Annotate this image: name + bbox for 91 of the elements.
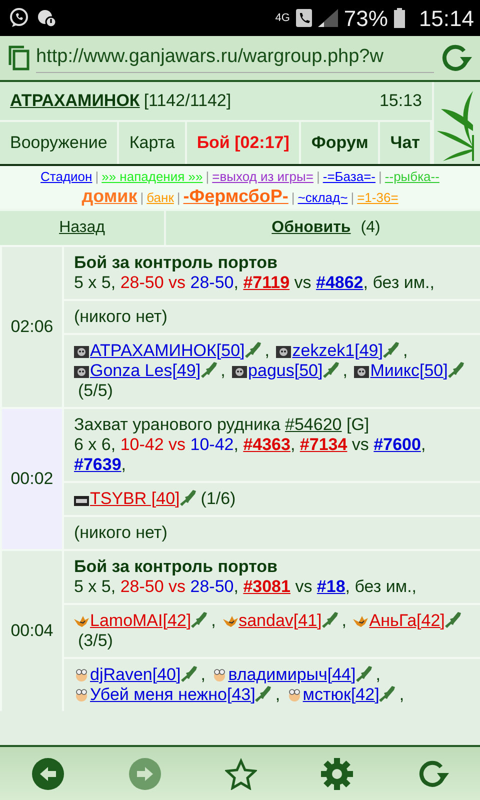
player-hp: [1142/1142] <box>144 90 232 112</box>
link-separator: | <box>350 190 354 206</box>
player-count: (1/6) <box>200 488 236 508</box>
chat-app-icon <box>8 7 30 29</box>
link-separator: | <box>206 169 210 184</box>
rifle-icon <box>444 612 461 628</box>
bookmark-star-icon[interactable] <box>224 758 257 790</box>
notification-icon <box>36 7 58 29</box>
link-separator: | <box>291 190 295 206</box>
quick-link[interactable]: -=База=- <box>322 169 376 184</box>
player-link[interactable]: TSYBR [40] <box>90 488 180 508</box>
quick-link[interactable]: =выход из игры= <box>212 169 314 184</box>
refresh-count: (4) <box>360 218 380 238</box>
rifle-icon <box>356 666 372 682</box>
battle-time: 02:06 <box>0 244 62 407</box>
player-link[interactable]: АТРАХАМИНОК[50] <box>90 340 245 360</box>
rifle-icon <box>180 490 196 506</box>
phone-icon <box>296 9 312 27</box>
battle-time: 00:04 <box>0 548 62 711</box>
player-link[interactable]: Миикс[50] <box>370 360 448 380</box>
clan-link[interactable]: #4363 <box>243 434 290 454</box>
clan-link[interactable]: #7600 <box>374 434 421 454</box>
link-separator: | <box>378 169 382 184</box>
link-separator: | <box>95 169 99 184</box>
rifle-icon <box>322 362 339 378</box>
player-count: (5/5) <box>78 380 113 400</box>
rifle-icon <box>244 342 261 358</box>
battery-level: 73% <box>344 4 388 32</box>
comma-separator: , <box>211 610 216 630</box>
network-type: 4G <box>275 12 290 24</box>
battle-title: Захват уранового рудника #54620 [G] <box>74 414 370 435</box>
player-link[interactable]: владимирыч[44] <box>228 664 356 684</box>
reload-button[interactable] <box>416 758 449 788</box>
player-link[interactable]: LamoMAI[42] <box>90 610 192 630</box>
battle-title: Бой за контроль портов <box>74 556 279 577</box>
team-line: 6 x 6, 10-42 vs 10-42, #4363, #7134 vs #7600, #7639, <box>74 434 427 475</box>
link-separator: | <box>176 190 180 206</box>
quick-link[interactable]: ~склад~ <box>298 190 348 206</box>
back-button[interactable] <box>31 756 66 790</box>
rifle-icon <box>180 666 197 682</box>
comma-separator: , <box>376 664 380 684</box>
player-link[interactable]: djRaven[40] <box>90 664 181 684</box>
link-separator: | <box>140 190 144 206</box>
clan-link[interactable]: #4862 <box>316 272 364 292</box>
back-link[interactable]: Назад <box>53 214 111 241</box>
player-link[interactable]: АТРАХАМИНОК <box>10 88 140 114</box>
comma-separator: , <box>342 610 346 630</box>
clan-link[interactable]: #7119 <box>243 272 290 292</box>
quick-link[interactable]: Стадион <box>40 169 92 184</box>
rifle-icon <box>382 342 399 358</box>
empty-side-text: (никого нет) <box>74 306 168 326</box>
player-link[interactable]: sandav[41] <box>238 610 322 630</box>
rifle-icon <box>448 362 464 378</box>
team-line: 5 x 5, 28-50 vs 28-50, #3081 vs #18, без им., <box>74 576 418 597</box>
clan-link[interactable]: #3081 <box>243 576 290 596</box>
player-link[interactable]: АньГа[42] <box>369 610 445 630</box>
battle-title: Бой за контроль портов <box>74 252 279 273</box>
player-link[interactable]: pagus[50] <box>248 360 323 380</box>
empty-side-text: (никого нет) <box>74 522 168 542</box>
battle-time: 00:02 <box>0 406 62 549</box>
team-line: 5 x 5, 28-50 vs 28-50, #7119 vs #4862, без им., <box>74 272 436 293</box>
rifle-icon <box>255 686 272 702</box>
comma-separator: , <box>220 360 226 380</box>
comma-separator: , <box>402 340 408 360</box>
clan-link[interactable]: #7134 <box>300 434 348 454</box>
signal-icon <box>318 9 338 27</box>
comma-separator: , <box>342 360 348 380</box>
link-separator: | <box>316 169 320 184</box>
refresh-link[interactable]: Обновить <box>266 214 357 241</box>
player-link[interactable]: мстюк[42] <box>302 684 380 704</box>
player-link[interactable]: Убей меня нежно[43] <box>90 684 256 704</box>
clan-link[interactable]: #7639 <box>74 454 122 474</box>
rifle-icon <box>191 612 208 628</box>
tabs-icon[interactable] <box>8 45 30 71</box>
player-link[interactable]: Gonza Les[49] <box>90 360 201 380</box>
settings-icon[interactable] <box>320 756 354 790</box>
clock: 15:14 <box>418 4 474 32</box>
player-count: (3/5) <box>78 630 113 650</box>
rifle-icon <box>322 612 338 628</box>
rifle-icon <box>200 362 217 378</box>
clan-link[interactable]: #18 <box>316 576 346 596</box>
comma-separator: , <box>399 684 404 704</box>
player-link[interactable]: zekzek1[49] <box>292 340 383 360</box>
battery-icon <box>394 8 405 28</box>
reload-icon[interactable] <box>440 43 472 73</box>
rifle-icon <box>379 686 396 702</box>
comma-separator: , <box>275 684 280 704</box>
server-time: 15:13 <box>379 90 422 112</box>
comma-separator: , <box>264 340 270 360</box>
area-link[interactable]: #54620 <box>285 414 342 434</box>
comma-separator: , <box>200 664 206 684</box>
